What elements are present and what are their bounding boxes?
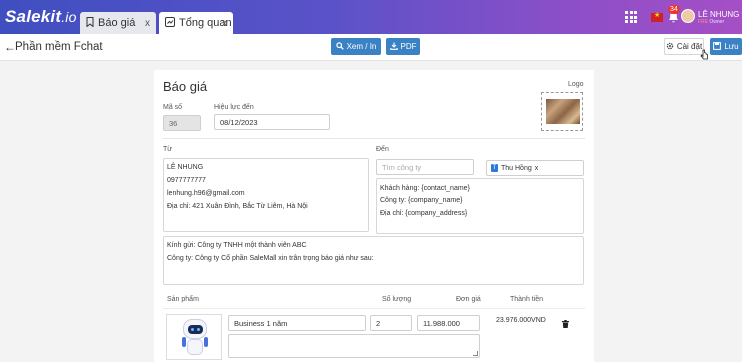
app-logo[interactable]: Salekit.io: [5, 7, 77, 27]
column-header-quantity: Số lượng: [382, 296, 412, 303]
column-header-unit-price: Đơn giá: [456, 296, 481, 303]
settings-button[interactable]: Cài đặt: [664, 38, 704, 55]
save-icon: [713, 41, 722, 52]
page-toolbar: ← Phần mềm Fchat Xem / In PDF Cài đặt Lư…: [0, 34, 742, 61]
quote-form-card: Báo giá Mã số 36 Hiệu lực đến 08/12/2023…: [154, 70, 594, 362]
logo-upload-box[interactable]: [541, 92, 583, 131]
valid-until-date-field[interactable]: 08/12/2023: [214, 114, 330, 130]
bookmark-icon: [86, 16, 94, 30]
contact-tag-icon: T: [491, 164, 498, 172]
logo-label: Logo: [568, 81, 584, 88]
intro-line: Kính gửi: Công ty TNHH một thành viên AB…: [167, 242, 307, 249]
code-label: Mã số: [163, 104, 183, 111]
page-title: Phần mềm Fchat: [15, 41, 103, 53]
pdf-button[interactable]: PDF: [386, 38, 420, 55]
gear-icon: [666, 42, 674, 52]
to-textarea[interactable]: Khách hàng: {contact_name} Công ty: {com…: [376, 178, 584, 234]
from-label: Từ: [163, 146, 172, 153]
valid-until-label: Hiệu lực đến: [214, 104, 254, 111]
close-tab-icon[interactable]: x: [145, 18, 150, 29]
resize-grip-icon[interactable]: [473, 351, 478, 356]
product-name-input[interactable]: Business 1 năm: [228, 315, 366, 331]
logo-image: [546, 99, 580, 124]
row-total: 23.976.000VND: [496, 317, 546, 324]
dashboard-icon: [165, 16, 175, 30]
vietnam-flag-icon[interactable]: [651, 11, 663, 22]
tab-bao-gia[interactable]: Báo giá x: [80, 12, 156, 34]
search-icon: [335, 41, 344, 52]
user-avatar[interactable]: [681, 9, 695, 23]
top-navigation-bar: Salekit.io Báo giá x Tổng quan x 34 LÊ N…: [0, 0, 742, 34]
intro-textarea[interactable]: Kính gửi: Công ty TNHH một thành viên AB…: [163, 236, 584, 285]
intro-line: Công ty: Công ty Cổ phần SaleMall xin tr…: [167, 255, 374, 262]
to-label: Đến: [376, 146, 389, 153]
unit-price-input[interactable]: 11.988.000: [417, 315, 480, 331]
contact-tag-label: Thu Hồng: [501, 164, 532, 172]
table-divider: [163, 308, 585, 309]
code-field: 36: [163, 115, 201, 131]
divider: [163, 138, 585, 139]
tab-tong-quan[interactable]: Tổng quan x: [159, 12, 233, 34]
quantity-input[interactable]: 2: [370, 315, 412, 331]
view-print-button[interactable]: Xem / In: [331, 38, 381, 55]
close-tab-icon[interactable]: x: [222, 18, 227, 29]
mouse-pointer-icon: [700, 49, 709, 63]
tab-label: Báo giá: [98, 17, 136, 29]
from-textarea[interactable]: LÊ NHUNG 0977777777 lenhung.h96@gmail.co…: [163, 158, 369, 232]
from-line: Địa chỉ: 421 Xuân Đỉnh, Bắc Từ Liêm, Hà …: [167, 203, 308, 210]
product-image[interactable]: [166, 314, 222, 360]
product-description-textarea[interactable]: [228, 334, 480, 358]
remove-tag-icon[interactable]: x: [535, 165, 539, 172]
apps-grid-icon[interactable]: [625, 11, 637, 23]
download-icon: [389, 42, 398, 52]
to-line: Địa chỉ: {company_address}: [380, 210, 468, 217]
from-line: lenhung.h96@gmail.com: [167, 190, 245, 197]
notification-count-badge: 34: [668, 5, 680, 14]
save-button[interactable]: Lưu: [710, 38, 742, 55]
from-line: 0977777777: [167, 177, 206, 184]
column-header-product: Sản phẩm: [167, 296, 199, 303]
to-line: Khách hàng: {contact_name}: [380, 185, 470, 192]
column-header-total: Thành tiền: [510, 296, 544, 303]
form-title: Báo giá: [163, 79, 208, 94]
user-role: FRE Owner: [698, 19, 725, 25]
to-line: Công ty: {company_name}: [380, 197, 463, 204]
from-line: LÊ NHUNG: [167, 164, 204, 171]
user-name[interactable]: LÊ NHUNG ▾: [698, 10, 742, 19]
trash-icon[interactable]: [562, 315, 569, 328]
company-search-input[interactable]: Tìm công ty: [376, 159, 474, 175]
contact-select[interactable]: T Thu Hồng x: [486, 160, 584, 176]
robot-image: [183, 319, 207, 339]
